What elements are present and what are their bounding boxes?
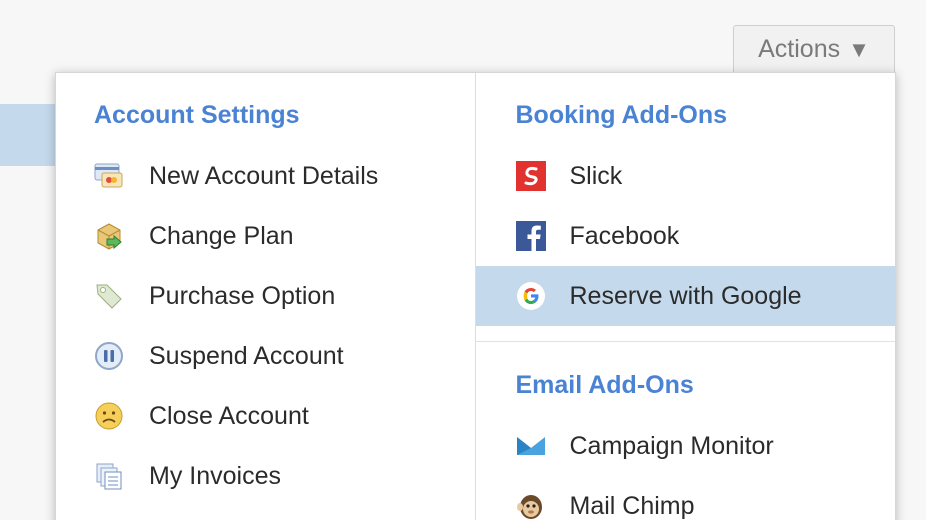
account-settings-column: Account Settings New Account Details Cha… xyxy=(56,73,476,520)
menu-item-close-account[interactable]: Close Account xyxy=(56,386,475,446)
menu-item-label: Campaign Monitor xyxy=(569,431,774,460)
booking-add-ons-heading: Booking Add-Ons xyxy=(515,101,728,129)
menu-item-label: Facebook xyxy=(569,221,680,250)
invoices-icon xyxy=(94,461,124,491)
menu-item-suspend-account[interactable]: Suspend Account xyxy=(56,326,475,386)
add-ons-column: Booking Add-Ons Slick Facebook Reserve w… xyxy=(475,73,896,520)
menu-item-reserve-with-google[interactable]: Reserve with Google xyxy=(475,266,895,326)
menu-item-label: Mail Chimp xyxy=(569,491,695,520)
menu-item-label: Purchase Option xyxy=(149,281,336,310)
menu-item-new-account-details[interactable]: New Account Details xyxy=(56,146,475,206)
box-arrow-icon xyxy=(94,221,124,251)
menu-item-facebook[interactable]: Facebook xyxy=(476,206,896,266)
credit-card-icon xyxy=(94,161,124,191)
slick-icon xyxy=(515,161,546,191)
google-icon xyxy=(516,281,546,311)
account-settings-heading: Account Settings xyxy=(94,101,300,129)
background-row-highlight xyxy=(0,104,60,166)
sad-face-icon xyxy=(94,401,124,431)
menu-item-label: Reserve with Google xyxy=(569,281,802,310)
mail-chimp-icon xyxy=(516,491,546,520)
page: Actions ▼ Account Settings New Account D… xyxy=(0,0,926,520)
menu-item-campaign-monitor[interactable]: Campaign Monitor xyxy=(476,416,896,476)
menu-item-label: My Invoices xyxy=(149,461,281,490)
menu-item-label: Change Plan xyxy=(149,221,294,250)
menu-item-label: Slick xyxy=(569,161,623,190)
facebook-icon xyxy=(515,221,546,251)
menu-item-mail-chimp[interactable]: Mail Chimp xyxy=(476,476,896,520)
campaign-monitor-icon xyxy=(516,431,546,461)
menu-item-label: New Account Details xyxy=(149,161,379,190)
menu-item-label: Suspend Account xyxy=(149,341,344,370)
menu-item-change-plan[interactable]: Change Plan xyxy=(56,206,475,266)
actions-dropdown-menu: Account Settings New Account Details Cha… xyxy=(55,72,896,520)
menu-item-purchase-option[interactable]: Purchase Option xyxy=(56,266,475,326)
actions-label: Actions xyxy=(758,35,841,63)
actions-button[interactable]: Actions ▼ xyxy=(733,25,895,73)
tag-icon xyxy=(94,281,124,311)
caret-down-icon: ▼ xyxy=(848,36,870,62)
menu-item-label: Close Account xyxy=(149,401,309,430)
email-add-ons-heading: Email Add-Ons xyxy=(515,371,694,399)
menu-item-my-invoices[interactable]: My Invoices xyxy=(56,446,475,506)
section-divider xyxy=(475,341,895,342)
menu-item-slick[interactable]: Slick xyxy=(476,146,896,206)
pause-icon xyxy=(94,341,124,371)
